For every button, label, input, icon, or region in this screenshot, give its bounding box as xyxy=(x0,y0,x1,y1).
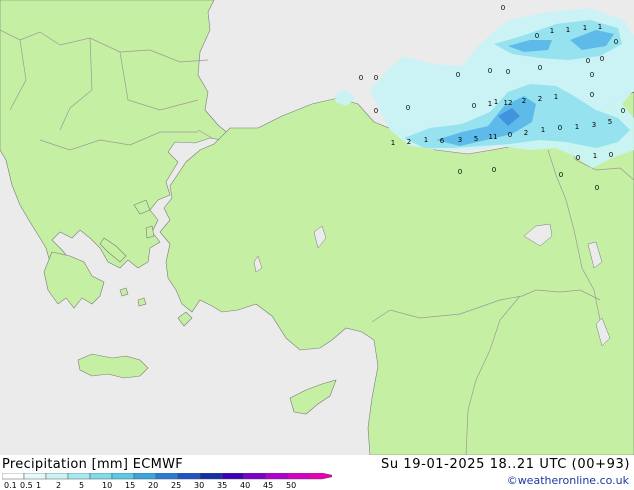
scale-label: 30 xyxy=(194,481,204,489)
scale-swatch xyxy=(23,473,47,480)
value-label: 0 xyxy=(406,104,410,112)
value-label: 0 xyxy=(472,102,476,110)
value-label: 1 xyxy=(593,152,597,160)
value-label: 1 xyxy=(550,27,554,35)
value-label: 12 xyxy=(504,99,513,107)
forecast-run-time: Su 19-01-2025 18..21 UTC (00+93) xyxy=(380,457,630,472)
precipitation-map: 0 0 1 1 1 1 0 0 0 0 0 0 0 0 0 0 0 1 0 1 … xyxy=(0,0,634,455)
scale-swatch xyxy=(2,473,25,480)
scale-label: 1 xyxy=(36,481,41,489)
value-label: 5 xyxy=(608,118,612,126)
scale-label: 15 xyxy=(125,481,135,489)
value-label: 0 xyxy=(595,184,599,192)
value-label: 0 xyxy=(590,91,594,99)
value-label: 1 xyxy=(554,93,558,101)
scale-swatch xyxy=(155,473,179,480)
value-label: 0 xyxy=(600,55,604,63)
value-label: 11 xyxy=(489,133,498,141)
scale-label: 0.1 xyxy=(4,481,17,489)
color-scale-legend: 0.1 0.5 1 2 5 10 15 20 25 30 35 40 45 50 xyxy=(2,473,332,489)
value-label: 2 xyxy=(522,97,526,105)
scale-label: 20 xyxy=(148,481,158,489)
scale-swatch xyxy=(199,473,223,480)
scale-swatch xyxy=(89,473,113,480)
value-label: 0 xyxy=(614,38,618,46)
scale-swatch xyxy=(45,473,69,480)
scale-swatch xyxy=(243,473,267,480)
scale-swatch xyxy=(221,473,245,480)
value-label: 3 xyxy=(458,136,462,144)
value-label: 0 xyxy=(374,74,378,82)
value-label: 0 xyxy=(586,57,590,65)
footer-bar: Precipitation [mm] ECMWF Su 19-01-2025 1… xyxy=(0,455,634,490)
value-label: 0 xyxy=(359,74,363,82)
scale-label: 50 xyxy=(286,481,296,489)
value-label: 1 xyxy=(541,126,545,134)
source-credit: ©weatheronline.co.uk xyxy=(506,474,629,487)
scale-swatch xyxy=(265,473,289,480)
value-label: 2 xyxy=(407,138,411,146)
scale-label: 5 xyxy=(79,481,84,489)
value-label: 1 xyxy=(391,139,395,147)
scale-label: 2 xyxy=(56,481,61,489)
value-label: 0 xyxy=(538,64,542,72)
value-label: 2 xyxy=(524,129,528,137)
value-label: 0 xyxy=(501,4,505,12)
scale-label: 40 xyxy=(240,481,250,489)
value-label: 0 xyxy=(506,68,510,76)
scale-label: 25 xyxy=(171,481,181,489)
scale-label: 35 xyxy=(217,481,227,489)
value-label: 0 xyxy=(488,67,492,75)
scale-label: 45 xyxy=(263,481,273,489)
scale-swatch xyxy=(111,473,135,480)
value-label: 1 xyxy=(566,26,570,34)
value-label: 0 xyxy=(492,166,496,174)
value-label: 0 xyxy=(458,168,462,176)
scale-labels: 0.1 0.5 1 2 5 10 15 20 25 30 35 40 45 50 xyxy=(4,481,296,489)
value-label: 0 xyxy=(374,107,378,115)
value-label: 3 xyxy=(592,121,596,129)
scale-swatch xyxy=(133,473,157,480)
value-label: 0 xyxy=(456,71,460,79)
value-label: 1 xyxy=(598,23,602,31)
value-label: 0 xyxy=(609,151,613,159)
value-label: 6 xyxy=(440,137,445,145)
value-label: 0 xyxy=(535,32,539,40)
scale-swatch xyxy=(177,473,201,480)
value-label: 0 xyxy=(590,71,594,79)
scale-swatches xyxy=(2,473,332,480)
value-label: 1 xyxy=(583,24,587,32)
value-label: 0 xyxy=(508,131,512,139)
scale-label: 10 xyxy=(102,481,112,489)
value-label: 1 xyxy=(494,98,498,106)
value-label: 1 xyxy=(488,100,492,108)
value-label: 0 xyxy=(559,171,563,179)
scale-swatch xyxy=(67,473,91,480)
scale-label: 0.5 xyxy=(20,481,33,489)
value-label: 1 xyxy=(424,136,428,144)
value-label: 2 xyxy=(538,95,542,103)
value-label: 0 xyxy=(576,154,580,162)
value-label: 0 xyxy=(558,124,562,132)
value-label: 0 xyxy=(621,107,625,115)
scale-swatch xyxy=(287,473,311,480)
map-title: Precipitation [mm] ECMWF xyxy=(2,457,184,472)
scale-swatch xyxy=(309,473,332,480)
value-label: 1 xyxy=(575,123,579,131)
value-label: 5 xyxy=(474,135,478,143)
